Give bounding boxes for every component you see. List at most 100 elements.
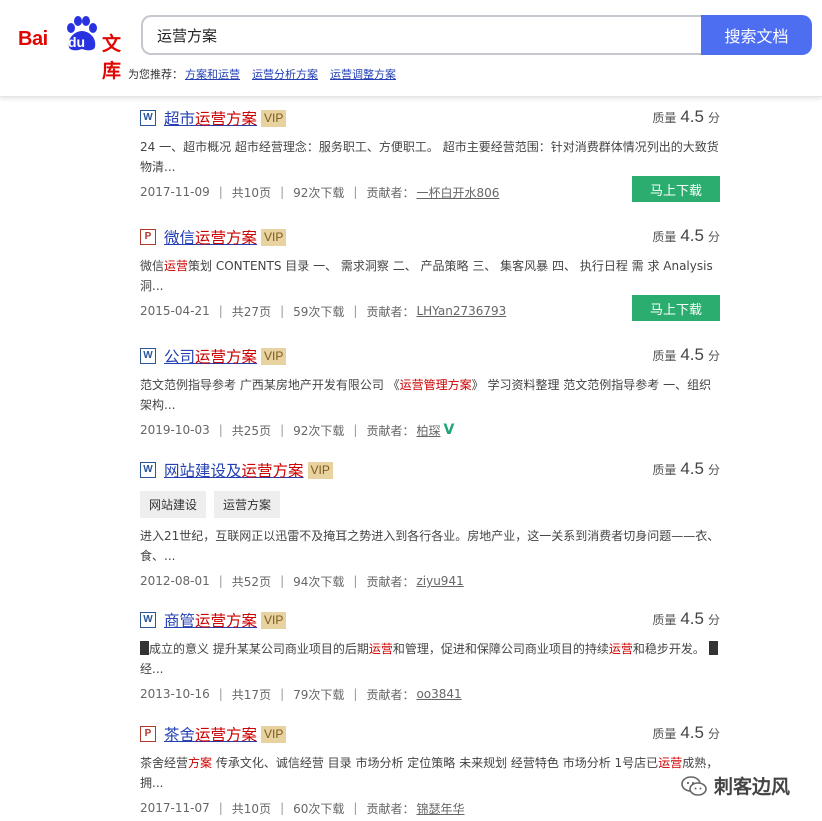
vip-badge: VIP — [307, 461, 333, 479]
search-input[interactable] — [143, 17, 703, 53]
upload-date: 2015-04-21 — [140, 304, 210, 318]
meta-separator: | — [280, 185, 285, 199]
upload-date: 2017-11-07 — [140, 801, 210, 815]
quality-score: 质量 4.5 分 — [652, 459, 720, 479]
quality-label: 质量 — [652, 111, 677, 125]
download-button[interactable]: 马上下载 — [632, 295, 720, 321]
recommend-bar: 为您推荐： 方案和运营 运营分析方案 运营调整方案 — [128, 66, 396, 82]
result-title[interactable]: 超市运营方案 — [164, 107, 257, 129]
word-doc-icon: W — [140, 612, 156, 628]
word-doc-icon: W — [140, 348, 156, 364]
title-text: 商管 — [164, 612, 196, 630]
desc-highlight: 运营 — [658, 756, 683, 770]
score-unit: 分 — [707, 727, 720, 741]
quality-label: 质量 — [652, 230, 677, 244]
quality-label: 质量 — [652, 727, 677, 741]
quality-label: 质量 — [652, 463, 677, 477]
download-count: 60次下载 — [293, 801, 345, 816]
desc-text: 传承文化、诚信经营 目录 市场分析 定位策略 未来规划 经营特色 市场分析 1号… — [212, 756, 659, 770]
meta-separator: | — [353, 304, 358, 318]
title-highlight: 运营方案 — [195, 612, 258, 630]
page-count: 共17页 — [231, 687, 272, 702]
quality-score: 质量 4.5 分 — [652, 226, 720, 246]
download-count: 94次下载 — [293, 574, 345, 589]
recommend-label: 为您推荐： — [128, 68, 183, 81]
upload-date: 2012-08-01 — [140, 574, 210, 588]
result-title[interactable]: 茶舍运营方案 — [164, 723, 257, 745]
meta-separator: | — [353, 687, 358, 701]
recommend-link-3[interactable]: 运营调整方案 — [330, 68, 396, 81]
meta-separator: | — [280, 687, 285, 701]
ppt-doc-icon: P — [140, 726, 156, 742]
title-text: 超市 — [164, 110, 196, 128]
contributor-link[interactable]: 锦瑟年华 — [416, 800, 464, 817]
title-highlight: 运营方案 — [195, 229, 258, 247]
result-description: 成立的意义 提升某某公司商业项目的后期运营和管理，促进和保障公司商业项目的持续运… — [140, 639, 720, 679]
score-value: 4.5 — [680, 107, 704, 126]
wechat-icon — [681, 775, 707, 796]
title-text: 公司 — [164, 348, 196, 366]
contributor-label: 贡献者： — [366, 185, 415, 200]
tag-item[interactable]: 运营方案 — [214, 491, 281, 518]
vip-badge: VIP — [261, 725, 287, 743]
meta-separator: | — [218, 687, 223, 701]
page-count: 共27页 — [231, 304, 272, 319]
download-count: 92次下载 — [293, 185, 345, 200]
score-value: 4.5 — [680, 609, 704, 628]
score-value: 4.5 — [680, 345, 704, 364]
quality-score: 质量 4.5 分 — [652, 345, 720, 365]
desc-text: 茶舍经营 — [140, 756, 189, 770]
contributor-link[interactable]: LHYan2736793 — [416, 304, 506, 318]
vip-badge: VIP — [261, 347, 287, 365]
contributor-label: 贡献者： — [366, 574, 415, 589]
download-count: 79次下载 — [293, 687, 345, 702]
baidu-wenku-logo[interactable]: Bai du 文库 — [18, 14, 126, 82]
meta-separator: | — [280, 304, 285, 318]
result-title[interactable]: 网站建设及运营方案 — [164, 459, 304, 481]
desc-text: 经... — [140, 662, 164, 676]
search-button[interactable]: 搜索文档 — [701, 15, 812, 55]
meta-separator: | — [280, 801, 285, 815]
result-description: 微信运营策划 CONTENTS 目录 一、 需求洞察 二、 产品策略 三、 集客… — [140, 256, 720, 296]
recommend-link-2[interactable]: 运营分析方案 — [252, 68, 318, 81]
title-highlight: 运营方案 — [195, 110, 258, 128]
desc-highlight: 运营 — [164, 259, 189, 273]
contributor-link[interactable]: 柏琛 — [416, 422, 440, 439]
score-value: 4.5 — [680, 459, 704, 478]
desc-text: 和稳步开发。 — [632, 642, 705, 656]
page-count: 共10页 — [231, 801, 272, 816]
download-count: 92次下载 — [293, 423, 345, 438]
result-title[interactable]: 商管运营方案 — [164, 609, 257, 631]
quality-score: 质量 4.5 分 — [652, 107, 720, 127]
contributor-label: 贡献者： — [366, 423, 415, 438]
score-unit: 分 — [707, 111, 720, 125]
contributor-label: 贡献者： — [366, 801, 415, 816]
search-box — [141, 15, 703, 55]
tag-list: 网站建设 运营方案 — [140, 491, 720, 518]
result-meta: 2013-10-16 | 共17页 | 79次下载 | 贡献者： oo3841 — [140, 685, 720, 703]
page-count: 共52页 — [231, 574, 272, 589]
result-description: 范文范例指导参考 广西某房地产开发有限公司 《运营管理方案》 学习资料整理 范文… — [140, 375, 720, 415]
score-unit: 分 — [707, 463, 720, 477]
desc-text: 和管理，促进和保障公司商业项目的持续 — [392, 642, 609, 656]
result-item: P 微信运营方案 VIP 质量 4.5 分 微信运营策划 CONTENTS 目录 一… — [140, 226, 720, 321]
contributor-link[interactable]: oo3841 — [416, 687, 461, 701]
recommend-link-1[interactable]: 方案和运营 — [185, 68, 240, 81]
meta-separator: | — [353, 185, 358, 199]
header: Bai du 文库 搜索文档 为您推荐：方案和运营运营分析方案运营调整方案 — [0, 0, 822, 97]
upload-date: 2017-11-09 — [140, 185, 210, 199]
meta-separator: | — [218, 185, 223, 199]
desc-highlight: 方案 — [188, 756, 213, 770]
contributor-link[interactable]: ziyu941 — [416, 574, 463, 588]
tag-item[interactable]: 网站建设 — [140, 491, 207, 518]
desc-text: 微信 — [140, 259, 165, 273]
contributor-link[interactable]: 一杯白开水806 — [416, 184, 499, 201]
meta-separator: | — [353, 574, 358, 588]
glyph-block — [708, 641, 718, 655]
result-title[interactable]: 公司运营方案 — [164, 345, 257, 367]
result-title[interactable]: 微信运营方案 — [164, 226, 257, 248]
watermark-text: 刺客边风 — [714, 776, 791, 798]
download-button[interactable]: 马上下载 — [632, 176, 720, 202]
glyph-block — [140, 641, 149, 655]
meta-separator: | — [218, 801, 223, 815]
